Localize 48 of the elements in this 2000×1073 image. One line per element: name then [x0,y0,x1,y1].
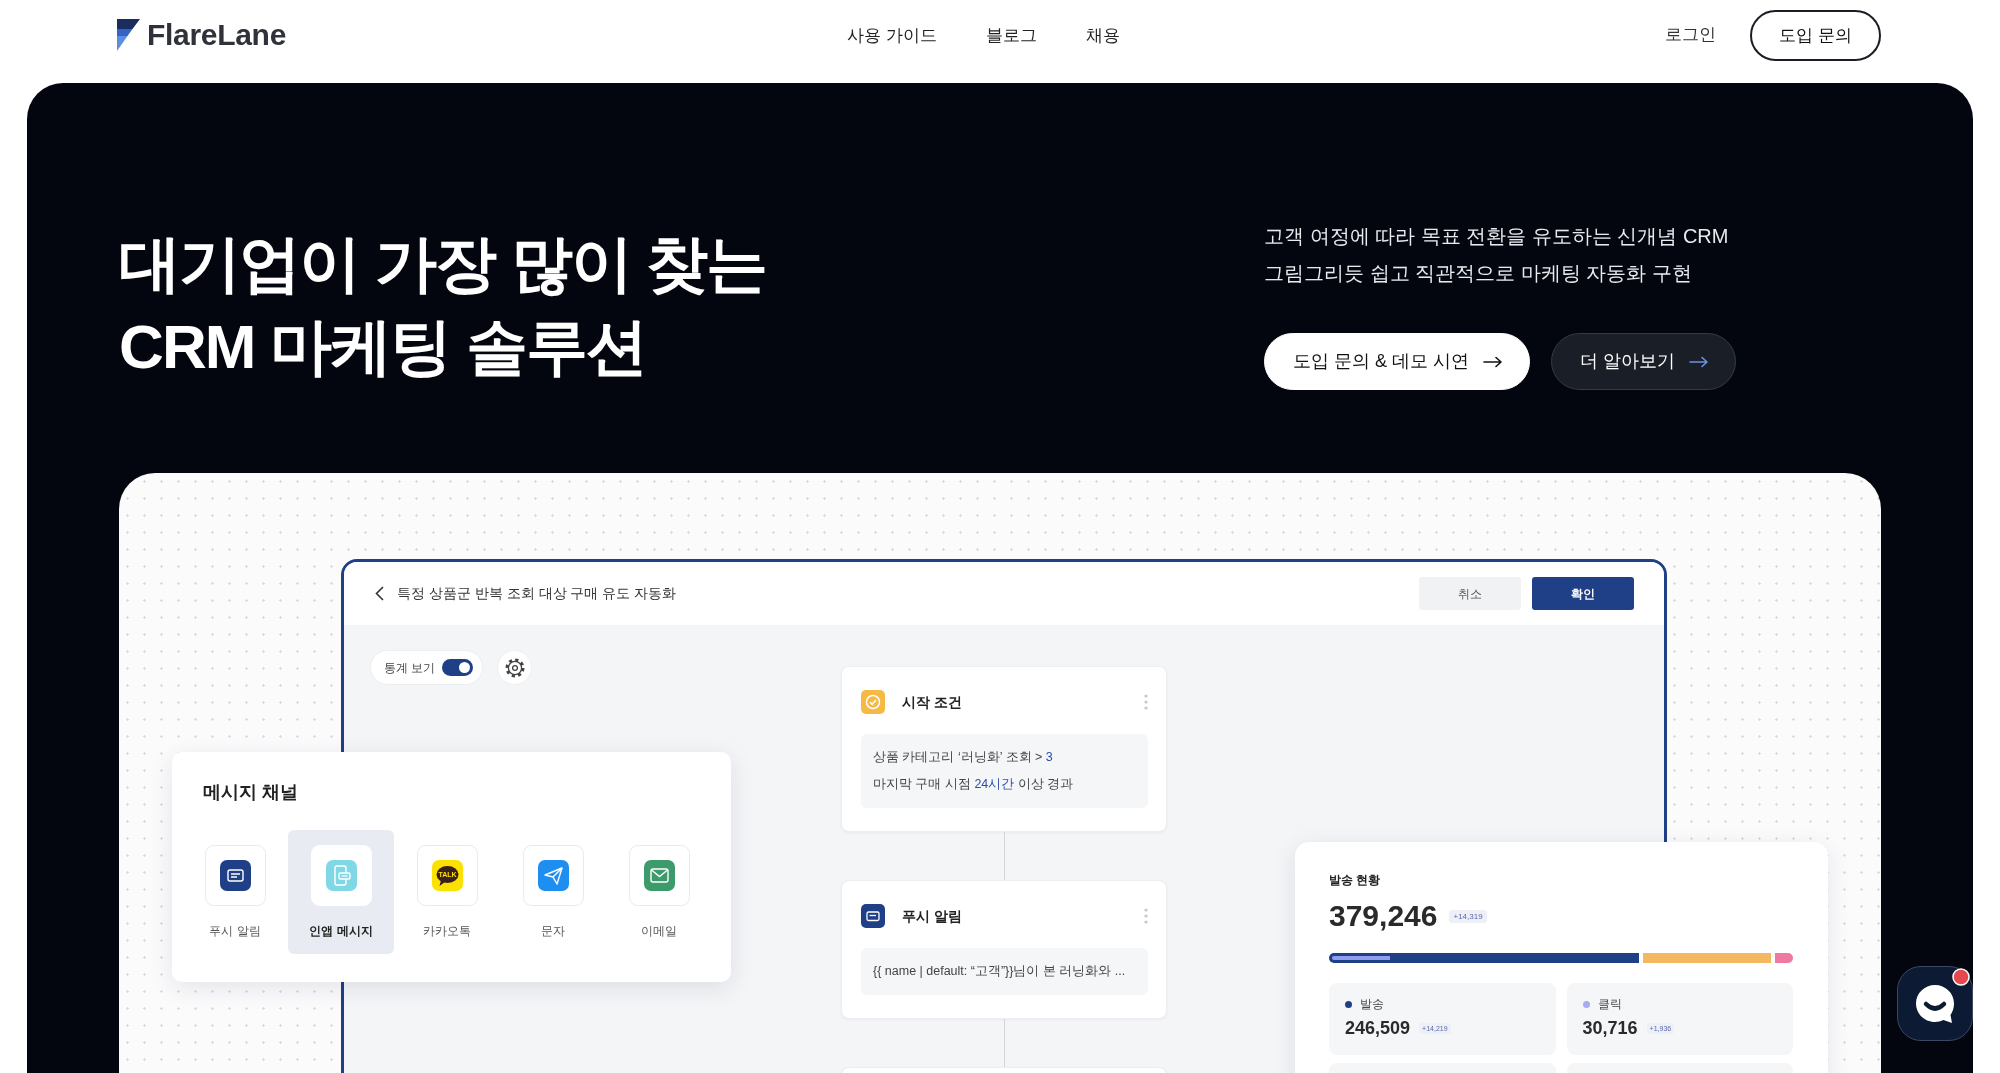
connector-line [1003,1019,1005,1067]
card-title: 발송 현황 [1329,872,1382,889]
node-title: 시작 조건 [902,692,962,712]
demo-request-button[interactable]: 도입 문의 & 데모 시연 [1264,333,1530,390]
condition-text: {{ name | default: “고객”}}님이 본 러닝화와 ... [873,963,1127,980]
channel-option[interactable]: 이메일 [606,830,712,954]
phone-message-icon [310,845,372,906]
nav-link[interactable]: 블로그 [985,22,1037,48]
panel-title: 메시지 채널 [202,781,299,804]
envelope-icon [628,845,690,906]
toggle-switch[interactable] [442,659,474,676]
message-card-icon [861,904,885,928]
metric-value: 30,716 [1582,1017,1638,1040]
learn-more-button[interactable]: 더 알아보기 [1551,333,1737,390]
channel-option[interactable]: 푸시 알림 [182,830,288,954]
settings-icon [504,657,525,678]
connector-line [1003,832,1005,880]
bar-inner-segment [1332,956,1390,960]
chat-launcher-button[interactable] [1897,966,1973,1041]
login-link[interactable]: 로그인 [1665,22,1716,48]
arrow-right-icon [1689,355,1710,368]
headline: 대기업이 가장 많이 찾는 CRM 마케팅 솔루션 [119,228,768,383]
metric-label: 발송 [1360,996,1384,1013]
paper-plane-icon [522,845,584,906]
metric-value: 246,509 [1345,1017,1411,1040]
change-badge: +14,319 [1449,909,1487,923]
hero-description: 고객 여정에 따라 목표 전환을 유도하는 신개념 CRM 그림그리듯 쉽고 직관적으로 마케팅 자동화 구현 [1264,224,1730,286]
inquiry-button[interactable]: 도입 문의 [1750,9,1881,61]
bar-segment [1775,953,1793,963]
channel-option[interactable]: 인앱 메시지 [288,830,394,954]
nav-link[interactable]: 채용 [1085,22,1120,48]
metric-label: 클릭 [1597,996,1622,1013]
flag-logo-icon [117,18,140,51]
back-chevron-icon[interactable] [375,586,384,601]
total-count: 379,246 [1329,898,1438,934]
message-card-icon [204,845,266,906]
channel-option[interactable]: 문자 [500,830,606,954]
editor-title: 특정 상품군 반복 조회 대상 구매 유도 자동화 [397,584,677,603]
node-title: 푸시 알림 [902,906,962,926]
settings-button[interactable] [497,650,533,685]
logo-link[interactable]: FlareLane [117,12,287,58]
cancel-button[interactable]: 취소 [1419,577,1521,610]
condition-text: 마지막 구매 시점 24시간 이상 경과 [873,776,1075,793]
arrow-right-icon [1483,355,1503,368]
stats-toggle[interactable]: 통계 보기 [370,650,484,685]
condition-text: 상품 카테고리 ‘러닝화’ 조회 > 3 [873,749,1054,766]
nav-link[interactable]: 사용 가이드 [847,22,937,48]
confirm-button[interactable]: 확인 [1532,577,1634,610]
